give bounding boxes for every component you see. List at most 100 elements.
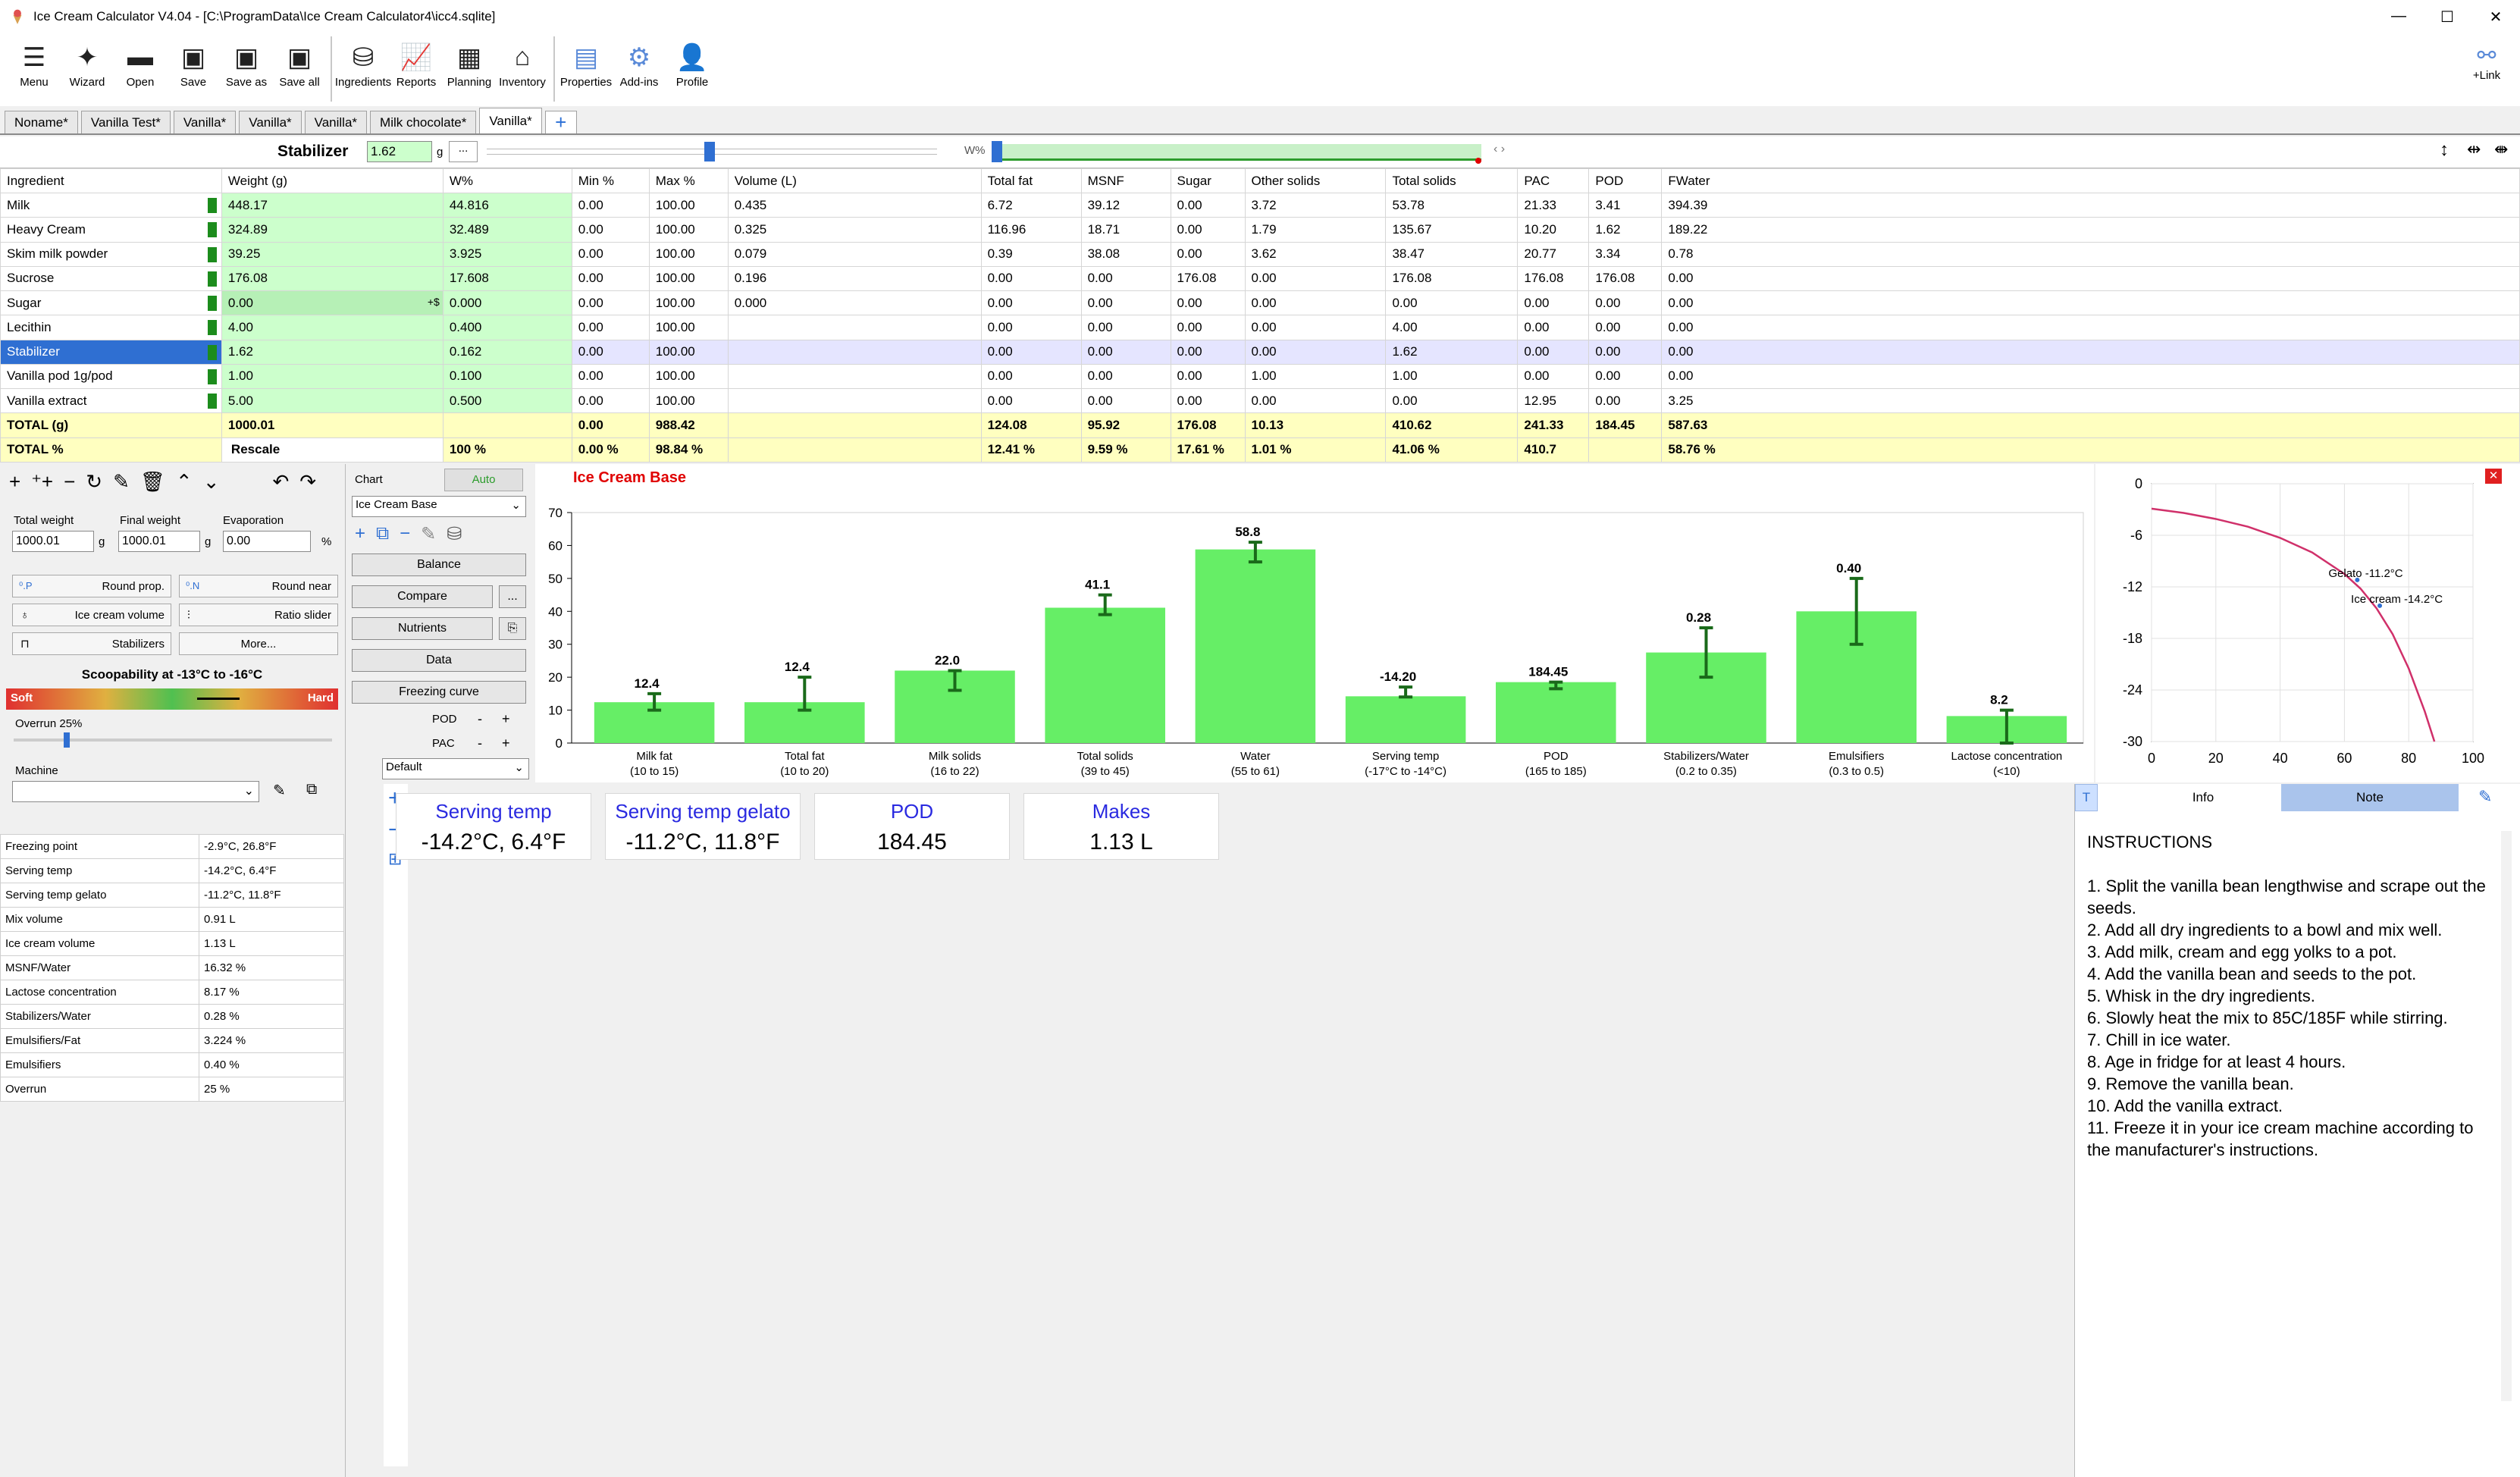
cell-pac[interactable]: 0.00	[1517, 290, 1590, 316]
cell-fwater[interactable]: 189.22	[1661, 217, 2520, 243]
cell-volume-l[interactable]: 0.196	[727, 265, 982, 292]
cell-other-solids[interactable]: 3.62	[1244, 241, 1387, 267]
cell-weight-g[interactable]: 448.17	[221, 192, 444, 218]
ratio-slider-button[interactable]: ⫶ Ratio slider	[179, 604, 338, 626]
wpct-slider-track[interactable]	[992, 141, 1481, 164]
cell-volume-l[interactable]: 0.000	[727, 290, 982, 316]
ingredient-name-cell[interactable]: Stabilizer	[0, 339, 222, 365]
cell-total-fat[interactable]: 0.00	[980, 388, 1082, 414]
cell-total-solids[interactable]: 176.08	[1385, 265, 1519, 292]
stabilizers-button[interactable]: ⊓ Stabilizers	[12, 632, 171, 655]
overrun-slider[interactable]	[14, 732, 332, 748]
cell-fwater[interactable]: 3.25	[1661, 388, 2520, 414]
cell-total-solids[interactable]: 1.62	[1385, 339, 1519, 365]
ingredient-name-cell[interactable]: Sucrose	[0, 265, 222, 292]
cell-msnf[interactable]: 0.00	[1080, 339, 1171, 365]
column-fit-icon[interactable]: ⇹	[2467, 140, 2481, 159]
cell-sugar[interactable]: 176.08	[1170, 265, 1246, 292]
remove-icon[interactable]: −	[400, 523, 410, 545]
cell-pac[interactable]: 21.33	[1517, 192, 1590, 218]
overrun-slider-thumb[interactable]	[64, 732, 70, 748]
scroll-arrows-icon[interactable]: ‹ ›	[1494, 143, 1505, 156]
cell-pac[interactable]: 176.08	[1517, 265, 1590, 292]
maximize-button[interactable]: ☐	[2423, 8, 2471, 27]
cell-msnf[interactable]: 0.00	[1080, 363, 1171, 390]
evaporation-input[interactable]	[223, 531, 311, 552]
add-icon[interactable]: +	[9, 470, 20, 494]
auto-toggle[interactable]: Auto	[444, 469, 523, 491]
edit-pencil-icon[interactable]: ✎	[113, 470, 130, 494]
col-header-sugar[interactable]: Sugar	[1170, 168, 1246, 193]
cell-w[interactable]: 3.925	[442, 241, 572, 267]
inventory-button[interactable]: ⌂ Inventory	[496, 33, 549, 106]
tab-vanilla-6[interactable]: Vanilla*	[479, 108, 542, 133]
col-header-pod[interactable]: POD	[1588, 168, 1663, 193]
menu-button[interactable]: ☰ Menu	[8, 33, 61, 106]
cell-fwater[interactable]: 0.00	[1661, 290, 2520, 316]
tab-noname-0[interactable]: Noname*	[5, 111, 78, 133]
ingredient-name-cell[interactable]: Vanilla pod 1g/pod	[0, 363, 222, 390]
table-row[interactable]: Heavy Cream 324.89 32.489 0.00 100.00 0.325 11…	[0, 217, 2520, 243]
cell-pod[interactable]: 0.00	[1588, 315, 1663, 340]
edit-note-icon[interactable]: ✎	[2478, 787, 2492, 807]
cell-fwater[interactable]: 0.00	[1661, 339, 2520, 365]
properties-button[interactable]: ▤ Properties	[559, 33, 613, 106]
nutrients-button[interactable]: Nutrients	[352, 617, 493, 640]
cell-volume-l[interactable]: 0.435	[727, 192, 982, 218]
cell-weight-g[interactable]: 324.89	[221, 217, 444, 243]
round-prop-button[interactable]: ⁰.P Round prop.	[12, 575, 171, 597]
cell-sugar[interactable]: 0.00	[1170, 388, 1246, 414]
cell-pod[interactable]: 1.62	[1588, 217, 1663, 243]
cell-w[interactable]: 32.489	[442, 217, 572, 243]
final-weight-input[interactable]	[118, 531, 200, 552]
tab-vanilla-2[interactable]: Vanilla*	[173, 111, 237, 133]
cell-other-solids[interactable]: 1.00	[1244, 363, 1387, 390]
cell-w[interactable]: 0.500	[442, 388, 572, 414]
minimize-button[interactable]: —	[2374, 8, 2423, 27]
reports-button[interactable]: 📈 Reports	[390, 33, 443, 106]
cell-pac[interactable]: 20.77	[1517, 241, 1590, 267]
move-down-icon[interactable]: ⌄	[203, 470, 220, 494]
rescale-button[interactable]: Rescale	[221, 437, 444, 463]
cell-min[interactable]: 0.00	[571, 363, 650, 390]
cell-min[interactable]: 0.00	[571, 265, 650, 292]
cell-other-solids[interactable]: 0.00	[1244, 290, 1387, 316]
save-as-button[interactable]: ▣ Save as	[220, 33, 273, 106]
tab-info[interactable]: Info	[2099, 784, 2307, 811]
cell-min[interactable]: 0.00	[571, 388, 650, 414]
cell-total-solids[interactable]: 0.00	[1385, 290, 1519, 316]
table-row[interactable]: Sugar 0.00 +$ 0.000 0.00 100.00 0.000 0.00 0.00 0…	[0, 290, 2520, 316]
cell-other-solids[interactable]: 0.00	[1244, 388, 1387, 414]
cell-total-solids[interactable]: 53.78	[1385, 192, 1519, 218]
cell-total-fat[interactable]: 0.39	[980, 241, 1082, 267]
cell-sugar[interactable]: 0.00	[1170, 217, 1246, 243]
cell-pod[interactable]: 3.34	[1588, 241, 1663, 267]
cell-min[interactable]: 0.00	[571, 290, 650, 316]
cell-pac[interactable]: 10.20	[1517, 217, 1590, 243]
cell-pod[interactable]: 0.00	[1588, 290, 1663, 316]
table-row[interactable]: Stabilizer 1.62 0.162 0.00 100.00 0.00 0.00 0.0…	[0, 339, 2520, 365]
machine-select[interactable]: ⌄	[12, 781, 259, 802]
cell-max[interactable]: 100.00	[648, 241, 729, 267]
cell-volume-l[interactable]: 0.325	[727, 217, 982, 243]
selected-weight-input[interactable]	[367, 141, 432, 162]
save-all-button[interactable]: ▣ Save all	[273, 33, 326, 106]
cell-w[interactable]: 17.608	[442, 265, 572, 292]
cell-weight-g[interactable]: 4.00	[221, 315, 444, 340]
tab-note[interactable]: Note	[2281, 784, 2459, 811]
cell-total-fat[interactable]: 116.96	[980, 217, 1082, 243]
cell-other-solids[interactable]: 1.79	[1244, 217, 1387, 243]
move-up-icon[interactable]: ⌃	[176, 470, 193, 494]
cell-total-solids[interactable]: 0.00	[1385, 388, 1519, 414]
cell-weight-g[interactable]: 0.00 +$	[221, 290, 444, 316]
undo-icon[interactable]: ↶	[273, 470, 290, 494]
table-row[interactable]: Vanilla pod 1g/pod 1.00 0.100 0.00 100.00 0.0…	[0, 363, 2520, 390]
bar-serving-temp[interactable]	[1345, 696, 1466, 743]
ingredient-name-cell[interactable]: Sugar	[0, 290, 222, 316]
cell-volume-l[interactable]	[727, 388, 982, 414]
cell-msnf[interactable]: 0.00	[1080, 265, 1171, 292]
cell-msnf[interactable]: 0.00	[1080, 290, 1171, 316]
edit-pencil-icon[interactable]: ✎	[421, 523, 436, 545]
col-header-fwater[interactable]: FWater	[1661, 168, 2520, 193]
cell-pod[interactable]: 0.00	[1588, 388, 1663, 414]
